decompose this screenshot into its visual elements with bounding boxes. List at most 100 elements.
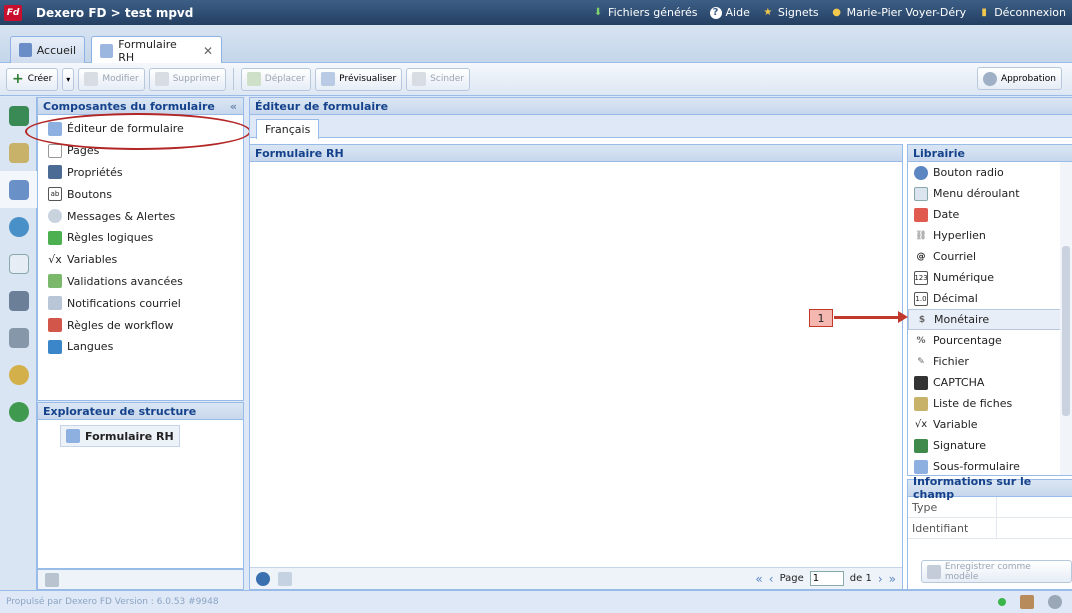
tab-formulaire-rh[interactable]: Formulaire RH ✕ [91, 36, 222, 64]
next-page-icon[interactable]: › [878, 572, 883, 586]
pager: « ‹ Page de 1 › » [755, 571, 896, 586]
prev-page-icon[interactable]: ‹ [769, 572, 774, 586]
collapse-icon[interactable]: « [230, 100, 237, 113]
library-item-radio[interactable]: Bouton radio [908, 162, 1072, 183]
component-item-pages[interactable]: Pages [38, 140, 243, 162]
library-item-label: Date [933, 208, 960, 221]
components-panel-title: Composantes du formulaire [43, 99, 215, 113]
move-button[interactable]: Déplacer [240, 67, 312, 91]
library-scrollbar[interactable] [1060, 162, 1072, 475]
first-page-icon[interactable]: « [755, 572, 762, 586]
components-footer [37, 569, 244, 590]
create-button[interactable]: + Créer [6, 67, 59, 91]
library-title: Librairie [913, 146, 965, 160]
library-item-decimal[interactable]: 1.0 Décimal [908, 288, 1072, 309]
record-list-icon [914, 396, 928, 411]
form-title: Formulaire RH [255, 146, 344, 160]
validation-icon [48, 274, 62, 289]
canvas-footer: « ‹ Page de 1 › » [250, 567, 902, 589]
last-page-icon[interactable]: » [889, 572, 896, 586]
library-item-label: Variable [933, 418, 978, 431]
callout-arrowhead [898, 311, 908, 323]
radio-icon [914, 165, 928, 180]
logic-icon [48, 230, 62, 245]
page-input[interactable] [809, 571, 844, 586]
rail-recycle[interactable] [0, 97, 37, 134]
rail-tools[interactable] [0, 319, 37, 356]
component-item-workflow[interactable]: Règles de workflow [38, 314, 243, 336]
callout-number: 1 [809, 309, 833, 327]
split-button[interactable]: Scinder [406, 67, 470, 91]
module-rail [0, 97, 37, 590]
search-icon[interactable] [1048, 595, 1062, 609]
library-item-file[interactable]: ✎ Fichier [908, 351, 1072, 372]
components-panel-header: Composantes du formulaire « [38, 98, 243, 115]
component-item-buttons[interactable]: ab Boutons [38, 183, 243, 205]
close-tab-icon[interactable]: ✕ [203, 44, 213, 58]
save-as-template-button[interactable]: Enregistrer comme modèle [921, 560, 1072, 583]
component-item-form-editor[interactable]: Éditeur de formulaire [38, 118, 243, 140]
rail-forms[interactable] [0, 171, 37, 208]
component-label: Règles de workflow [67, 318, 174, 332]
rail-search[interactable] [0, 356, 37, 393]
component-item-validations[interactable]: Validations avancées [38, 271, 243, 293]
library-item-captcha[interactable]: CAPTCHA [908, 372, 1072, 393]
component-item-messages[interactable]: Messages & Alertes [38, 205, 243, 227]
logout-link[interactable]: ▮ Déconnexion [978, 6, 1066, 19]
rail-users[interactable] [0, 282, 37, 319]
preview-button[interactable]: Prévisualiser [315, 67, 403, 91]
library-item-currency[interactable]: $ Monétaire [908, 309, 1072, 330]
generated-files-link[interactable]: ⬇ Fichiers générés [592, 6, 698, 19]
field-type-label: Type [908, 497, 997, 517]
library-item-label: Fichier [933, 355, 969, 368]
library-item-date[interactable]: Date [908, 204, 1072, 225]
approval-label: Approbation [1000, 73, 1056, 84]
approval-button[interactable]: Approbation [976, 67, 1062, 90]
library-item-dropdown[interactable]: Menu déroulant [908, 183, 1072, 204]
component-item-logic-rules[interactable]: Règles logiques [38, 227, 243, 249]
library-item-numeric[interactable]: 123 Numérique [908, 267, 1072, 288]
settings-icon[interactable] [256, 571, 270, 586]
library-item-email[interactable]: @ Courriel [908, 246, 1072, 267]
app-logo: Fd [4, 4, 22, 21]
library-item-hyperlink[interactable]: ⛓ Hyperlien [908, 225, 1072, 246]
plugin-icon[interactable] [1020, 595, 1034, 609]
component-item-variables[interactable]: √x Variables [38, 249, 243, 271]
move-icon [246, 72, 261, 86]
library-item-label: Signature [933, 439, 987, 452]
tab-accueil[interactable]: Accueil [10, 36, 85, 63]
app-title: Dexero FD > test mpvd [36, 5, 194, 20]
rail-earth[interactable] [0, 393, 37, 430]
page-preview-icon[interactable] [278, 571, 292, 586]
download-icon: ⬇ [593, 7, 603, 18]
create-dropdown-button[interactable]: ▾ [62, 67, 75, 91]
component-label: Langues [67, 340, 114, 354]
user-link[interactable]: ● Marie-Pier Voyer-Déry [831, 6, 966, 19]
tab-francais[interactable]: Français [256, 119, 320, 139]
component-label: Pages [67, 144, 100, 158]
structure-panel-header: Explorateur de structure [38, 403, 243, 420]
library-scroll-thumb[interactable] [1062, 246, 1070, 416]
component-item-properties[interactable]: Propriétés [38, 162, 243, 184]
delete-button[interactable]: Supprimer [148, 67, 226, 91]
rail-chart[interactable] [0, 245, 37, 282]
bookmarks-link[interactable]: ★ Signets [762, 6, 818, 19]
rail-stack[interactable] [0, 134, 37, 171]
page-label: Page [779, 573, 804, 584]
component-item-notifications[interactable]: Notifications courriel [38, 292, 243, 314]
library-item-variable[interactable]: √x Variable [908, 414, 1072, 435]
structure-node[interactable]: Formulaire RH [60, 425, 180, 447]
rail-globe[interactable] [0, 208, 37, 245]
preview-label: Prévisualiser [339, 74, 397, 84]
modify-button[interactable]: Modifier [78, 67, 145, 91]
save-icon [927, 564, 941, 579]
library-item-subform[interactable]: Sous-formulaire [908, 456, 1072, 475]
library-item-signature[interactable]: Signature [908, 435, 1072, 456]
trash-icon[interactable] [45, 572, 59, 587]
library-item-record-list[interactable]: Liste de fiches [908, 393, 1072, 414]
plus-icon: + [12, 71, 24, 87]
library-item-percentage[interactable]: % Pourcentage [908, 330, 1072, 351]
version-text: Propulsé par Dexero FD Version : 6.0.53 … [6, 597, 219, 607]
help-link[interactable]: ? Aide [709, 6, 750, 19]
component-item-languages[interactable]: Langues [38, 336, 243, 358]
